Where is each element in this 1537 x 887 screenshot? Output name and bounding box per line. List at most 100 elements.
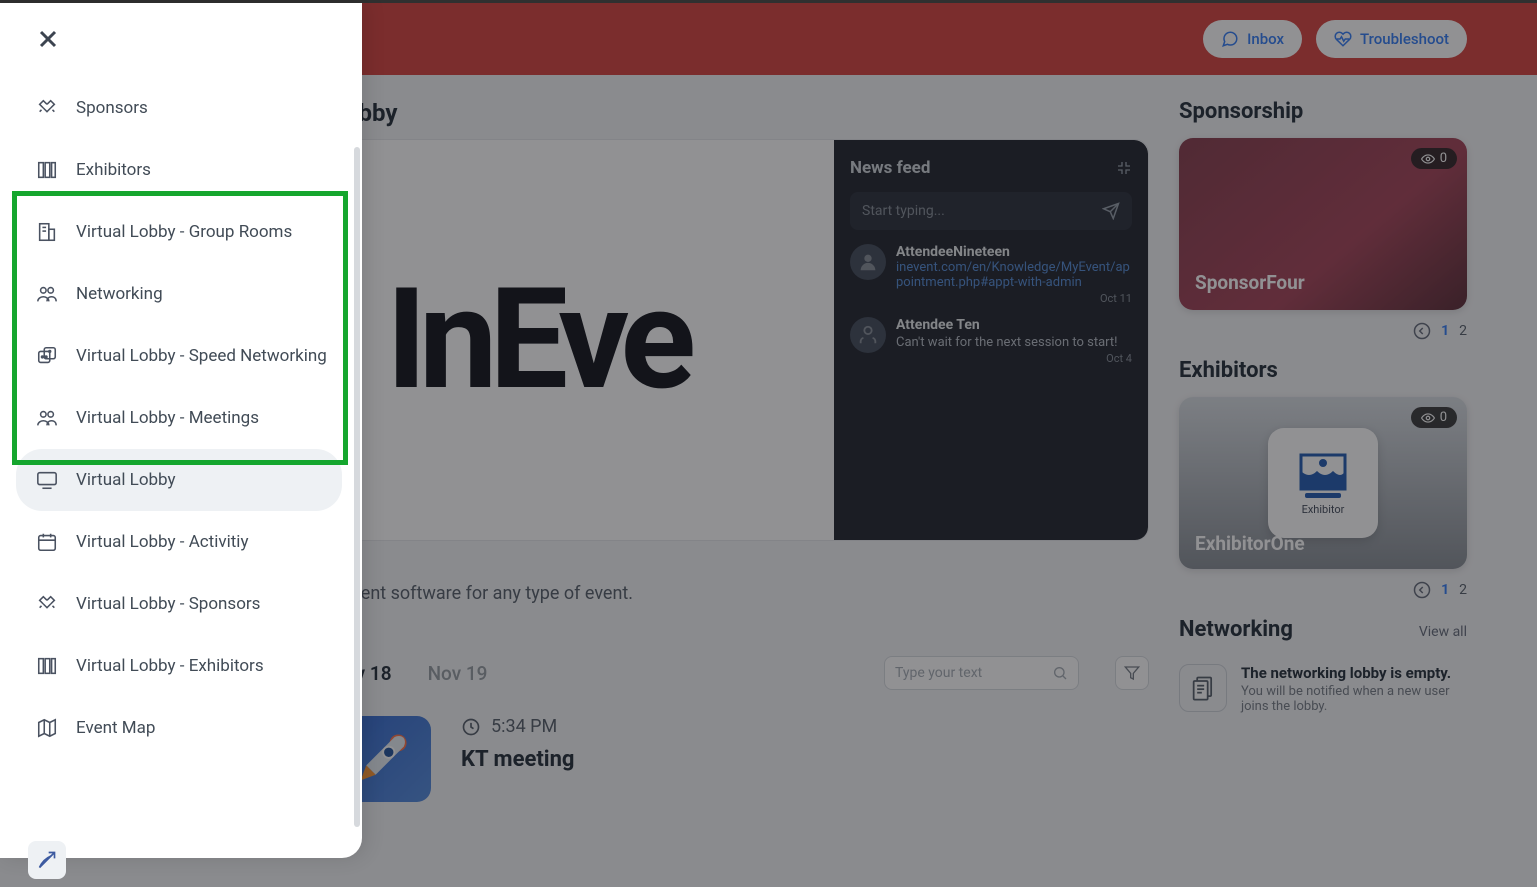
collapse-icon[interactable] — [1116, 160, 1132, 176]
heartbeat-icon — [1334, 30, 1352, 48]
nav-item[interactable]: Exhibitors — [36, 139, 362, 201]
newsfeed-input[interactable]: Start typing... — [850, 192, 1132, 230]
people-icon — [36, 407, 58, 429]
networking-heading: Networking — [1179, 617, 1293, 642]
send-icon[interactable] — [1102, 202, 1120, 220]
views-count: 0 — [1440, 151, 1447, 166]
session-title: KT meeting — [461, 747, 1149, 772]
exhibitor-card[interactable]: 0 Exhibitor ExhibitorOne — [1179, 397, 1467, 569]
nav-item[interactable]: Sponsors — [36, 77, 362, 139]
exhibitor-pager: 1 2 — [1179, 581, 1467, 599]
sponsorship-heading: Sponsorship — [1179, 99, 1303, 124]
post-link[interactable]: inevent.com/en/Knowledge/MyEvent/appoint… — [896, 260, 1132, 290]
search-icon — [1052, 665, 1068, 681]
post-author: Attendee Ten — [896, 317, 1132, 333]
nav-item[interactable]: Virtual Lobby - Sponsors — [36, 573, 362, 635]
nav-item[interactable]: Virtual Lobby - Meetings — [36, 387, 362, 449]
assistant-badge[interactable] — [28, 841, 66, 879]
page-number[interactable]: 2 — [1459, 323, 1467, 339]
nav-item[interactable]: Event Map — [36, 697, 362, 759]
columns-icon — [36, 655, 58, 677]
exhibitors-heading: Exhibitors — [1179, 358, 1278, 383]
page-number[interactable]: 2 — [1459, 582, 1467, 598]
nav-label: Event Map — [76, 718, 155, 738]
rocket-icon — [355, 726, 415, 786]
sponsor-pager: 1 2 — [1179, 322, 1467, 340]
handshake-icon — [36, 97, 58, 119]
exhibitor-block-label: Exhibitor — [1302, 503, 1345, 516]
views-badge: 0 — [1411, 407, 1457, 428]
nav-item[interactable]: Virtual Lobby - Exhibitors — [36, 635, 362, 697]
post-date: Oct 11 — [896, 292, 1132, 305]
exhibitor-name: ExhibitorOne — [1195, 532, 1305, 555]
eye-icon — [1421, 411, 1435, 425]
nav-label: Sponsors — [76, 98, 148, 118]
post-author: AttendeeNineteen — [896, 244, 1132, 260]
newsfeed-post: AttendeeNineteen inevent.com/en/Knowledg… — [850, 244, 1132, 305]
nav-label: Exhibitors — [76, 160, 151, 180]
building-icon — [36, 221, 58, 243]
filter-button[interactable] — [1115, 656, 1149, 690]
dice-icon — [36, 345, 58, 367]
networking-empty-state: The networking lobby is empty. You will … — [1179, 664, 1467, 714]
chevron-left-icon[interactable] — [1413, 581, 1431, 599]
inbox-label: Inbox — [1247, 30, 1284, 48]
troubleshoot-label: Troubleshoot — [1360, 30, 1449, 48]
monitor-icon — [36, 469, 58, 491]
post-date: Oct 4 — [896, 352, 1132, 365]
navigation-drawer: Sponsors Exhibitors Virtual Lobby - Group … — [0, 3, 362, 858]
nav-item[interactable]: Networking — [36, 263, 362, 325]
welcome-card: InEve News feed Start typing... — [345, 139, 1149, 541]
exhibitor-logo-block: Exhibitor — [1268, 428, 1378, 538]
nav-label: Virtual Lobby - Meetings — [76, 408, 259, 428]
inbox-button[interactable]: Inbox — [1203, 20, 1302, 58]
nav-item[interactable]: Virtual Lobby - Activitiy — [36, 511, 362, 573]
nav-label: Virtual Lobby — [76, 470, 176, 490]
documents-icon — [1179, 664, 1227, 712]
newsfeed-post: Attendee Ten Can't wait for the next ses… — [850, 317, 1132, 365]
activities-search-input[interactable]: Type your text — [884, 656, 1079, 690]
eye-icon — [1421, 152, 1435, 166]
sponsor-card[interactable]: 0 SponsorFour — [1179, 138, 1467, 310]
tagline-text: ment software for any type of event. — [345, 583, 1149, 604]
brand-logo: InEve — [386, 258, 688, 422]
page-number[interactable]: 1 — [1441, 323, 1449, 339]
avatar — [850, 317, 886, 353]
map-icon — [36, 717, 58, 739]
close-icon[interactable] — [36, 27, 60, 51]
nav-label: Virtual Lobby - Sponsors — [76, 594, 260, 614]
nav-label: Virtual Lobby - Speed Networking — [76, 346, 327, 366]
clock-icon — [461, 717, 481, 737]
session-time: 5:34 PM — [491, 716, 557, 737]
post-text: Can't wait for the next session to start… — [896, 335, 1132, 350]
nav-item[interactable]: Virtual Lobby — [16, 449, 342, 511]
views-count: 0 — [1440, 410, 1447, 425]
scrollbar[interactable] — [354, 147, 360, 827]
networking-empty-sub: You will be notified when a new user joi… — [1241, 684, 1467, 714]
chevron-left-icon[interactable] — [1413, 322, 1431, 340]
activities-header: ov 18 Nov 19 Type your text — [345, 656, 1149, 690]
nav-label: Virtual Lobby - Group Rooms — [76, 222, 292, 242]
booth-icon — [1295, 451, 1351, 499]
troubleshoot-button[interactable]: Troubleshoot — [1316, 20, 1467, 58]
networking-empty-title: The networking lobby is empty. — [1241, 664, 1467, 682]
newsfeed-panel: News feed Start typing... AttendeeNinete… — [834, 140, 1148, 541]
avatar — [850, 244, 886, 280]
page-number[interactable]: 1 — [1441, 582, 1449, 598]
newsfeed-title: News feed — [850, 158, 930, 178]
columns-icon — [36, 159, 58, 181]
session-time-row: 5:34 PM — [461, 716, 1149, 737]
nav-item[interactable]: Virtual Lobby - Group Rooms — [36, 201, 362, 263]
handshake-icon — [36, 593, 58, 615]
calendar-icon — [36, 531, 58, 553]
sponsor-name: SponsorFour — [1195, 271, 1305, 294]
nav-item[interactable]: Virtual Lobby - Speed Networking — [36, 325, 362, 387]
nav-label: Virtual Lobby - Exhibitors — [76, 656, 264, 676]
view-all-link[interactable]: View all — [1419, 624, 1467, 640]
people-icon — [36, 283, 58, 305]
views-badge: 0 — [1411, 148, 1457, 169]
date-tab[interactable]: Nov 19 — [428, 662, 488, 685]
session-card[interactable]: 5:34 PM KT meeting — [345, 716, 1149, 802]
right-column: Sponsorship 0 SponsorFour 1 2 Exhibitors — [1179, 75, 1537, 887]
chat-icon — [1221, 30, 1239, 48]
